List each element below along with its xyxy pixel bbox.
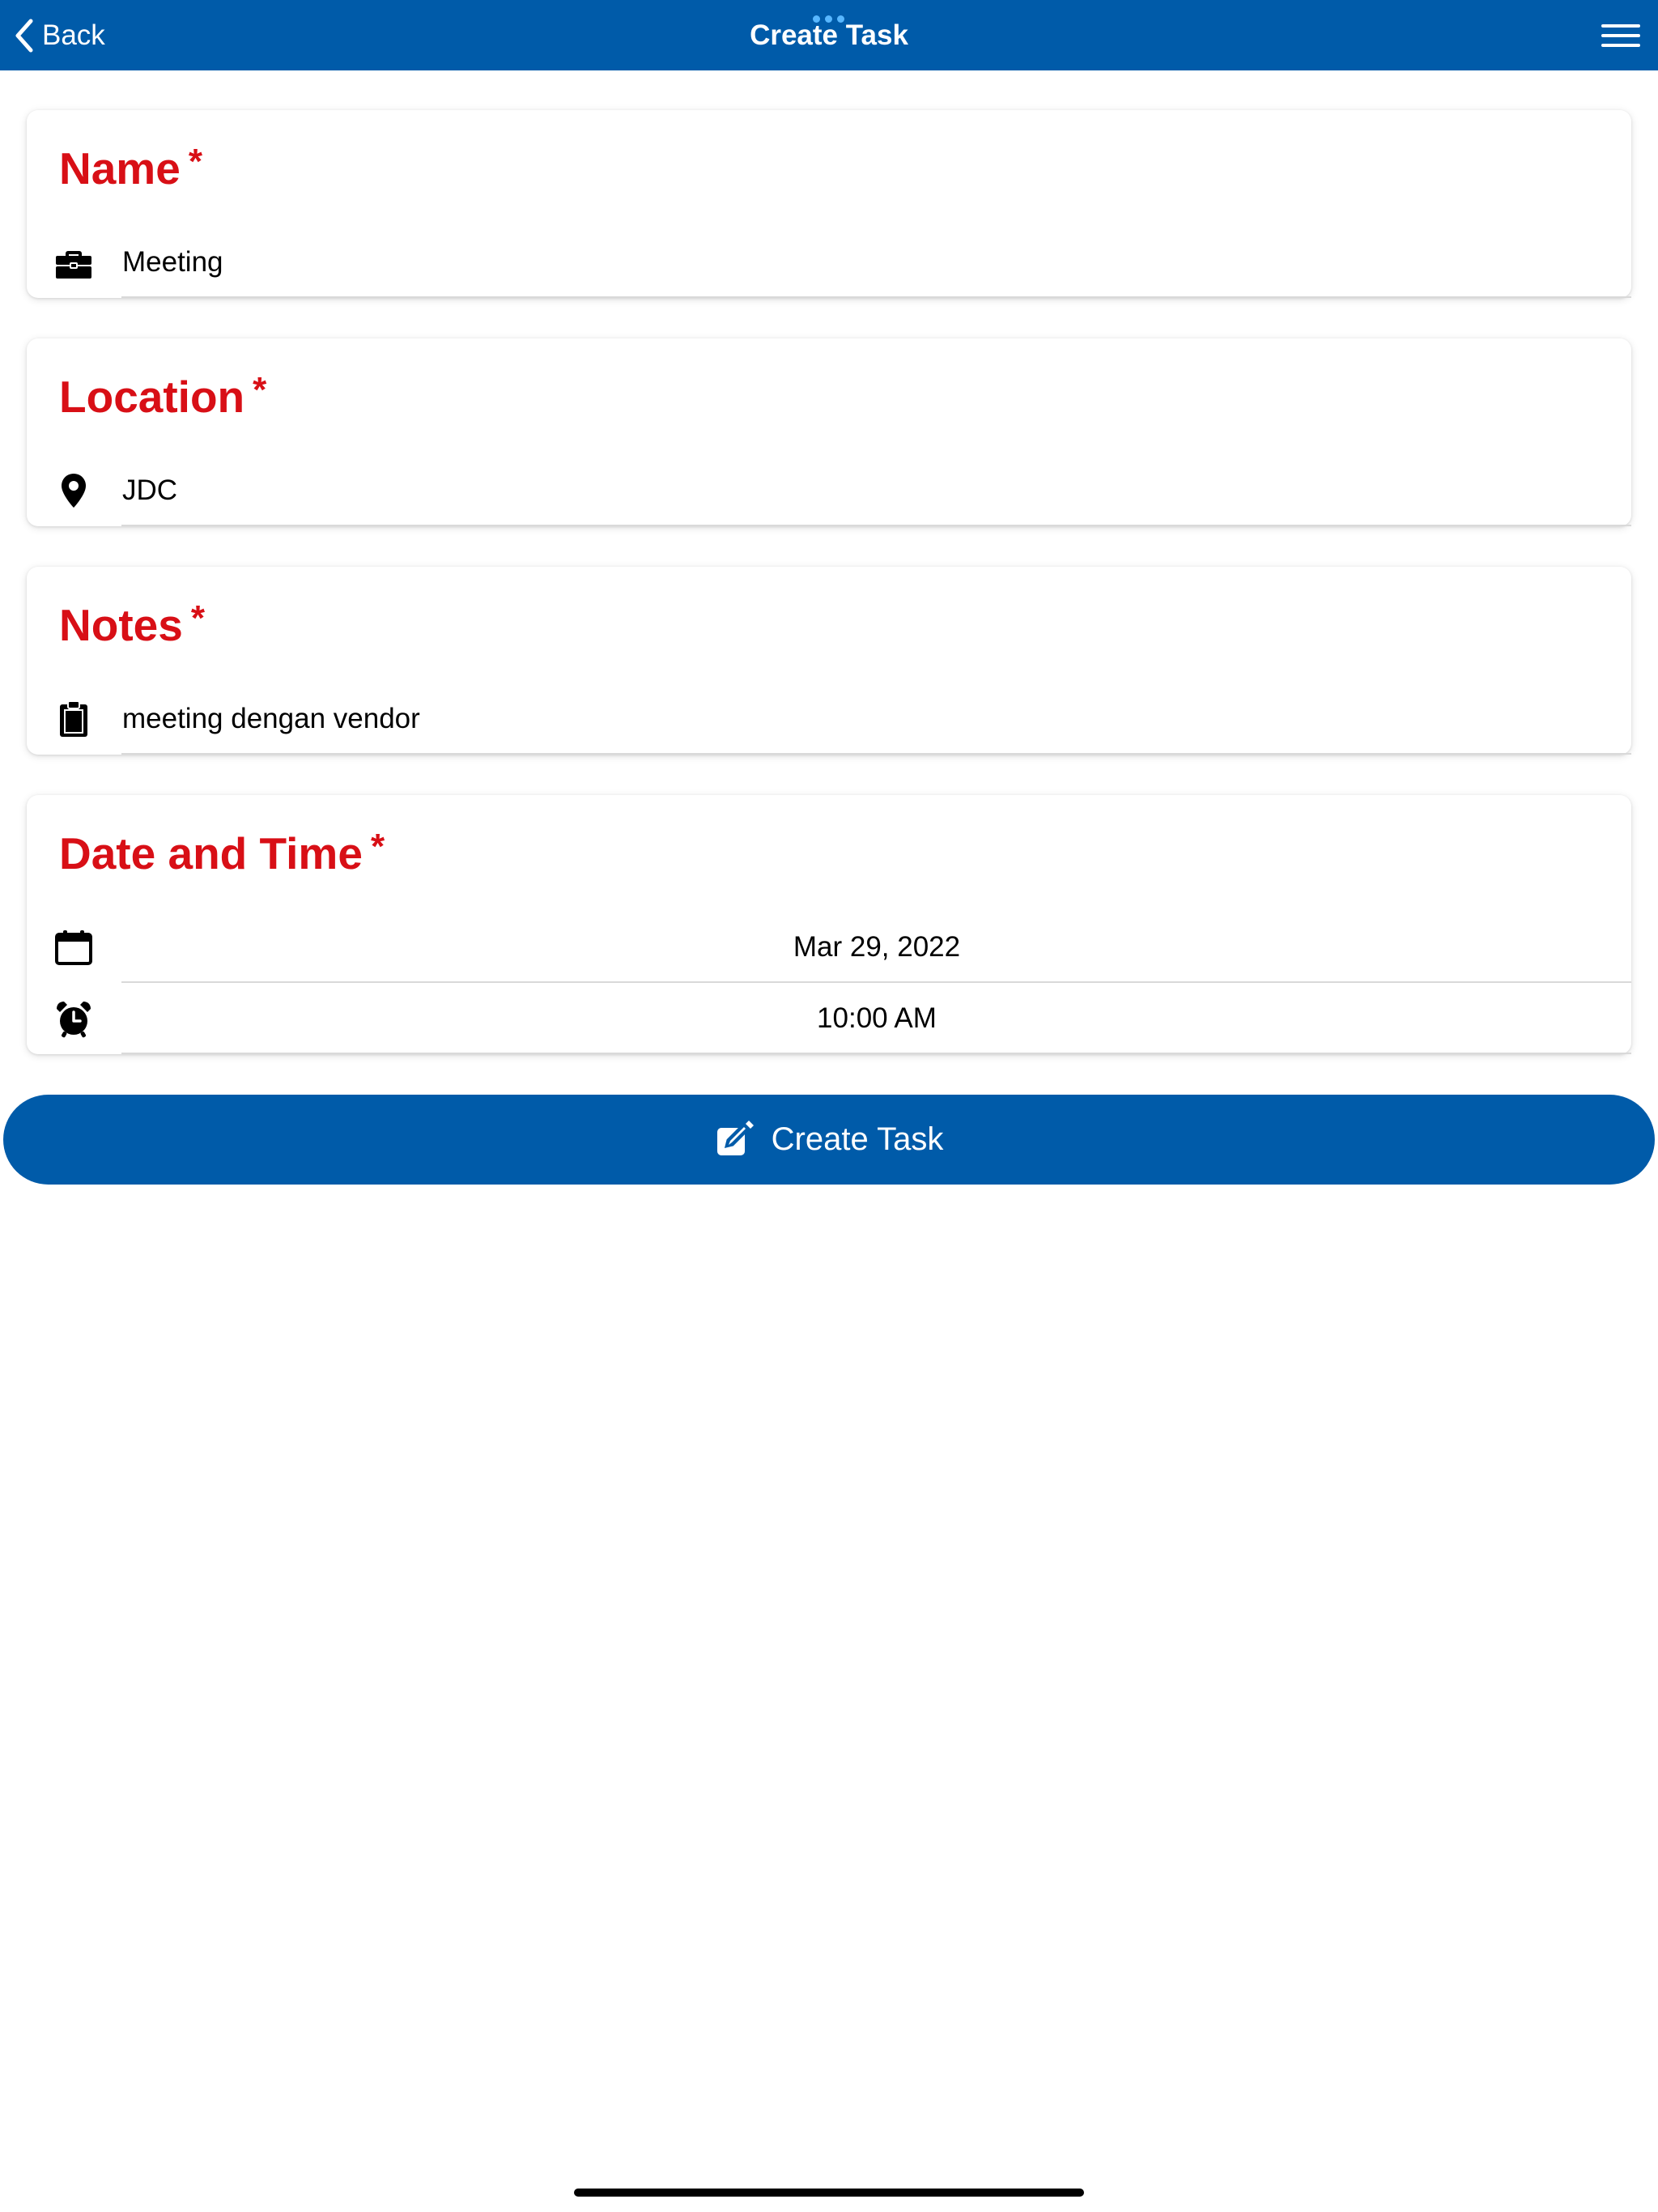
create-task-button[interactable]: Create Task [3, 1095, 1655, 1185]
required-mark: * [190, 598, 205, 638]
clipboard-icon [54, 700, 93, 738]
name-row: Meeting [27, 227, 1631, 298]
map-pin-icon [54, 471, 93, 510]
date-picker[interactable]: Mar 29, 2022 [122, 912, 1631, 983]
notes-row: meeting dengan vendor [27, 683, 1631, 755]
notes-card: Notes * meeting dengan vendor [27, 567, 1631, 755]
notes-label: Notes * [59, 598, 205, 650]
briefcase-icon [54, 243, 93, 282]
time-row: 10:00 AM [27, 983, 1631, 1054]
required-mark: * [253, 370, 267, 410]
navigation-bar: Back Create Task [0, 0, 1658, 70]
edit-square-icon [716, 1120, 754, 1155]
location-label: Location * [59, 370, 267, 422]
name-card: Name * Meeting [27, 110, 1631, 298]
create-task-label: Create Task [771, 1121, 944, 1157]
name-input[interactable]: Meeting [122, 227, 1631, 298]
location-row: JDC [27, 455, 1631, 526]
page-title: Create Task [750, 19, 908, 51]
home-indicator[interactable] [574, 2189, 1084, 2197]
datetime-label: Date and Time * [59, 827, 385, 878]
time-picker[interactable]: 10:00 AM [122, 983, 1631, 1054]
alarm-clock-icon [54, 999, 93, 1038]
menu-button[interactable] [1601, 22, 1640, 49]
name-label: Name * [59, 142, 202, 194]
calendar-icon [54, 928, 93, 967]
datetime-card: Date and Time * Mar 29, 2022 10:00 AM [27, 795, 1631, 1054]
location-card: Location * JDC [27, 338, 1631, 526]
notes-input[interactable]: meeting dengan vendor [122, 683, 1631, 755]
multitasking-indicator[interactable] [813, 15, 844, 23]
date-row: Mar 29, 2022 [27, 912, 1631, 983]
required-mark: * [188, 142, 202, 181]
hamburger-menu-icon [1601, 24, 1640, 47]
location-input[interactable]: JDC [122, 455, 1631, 526]
required-mark: * [370, 827, 385, 866]
